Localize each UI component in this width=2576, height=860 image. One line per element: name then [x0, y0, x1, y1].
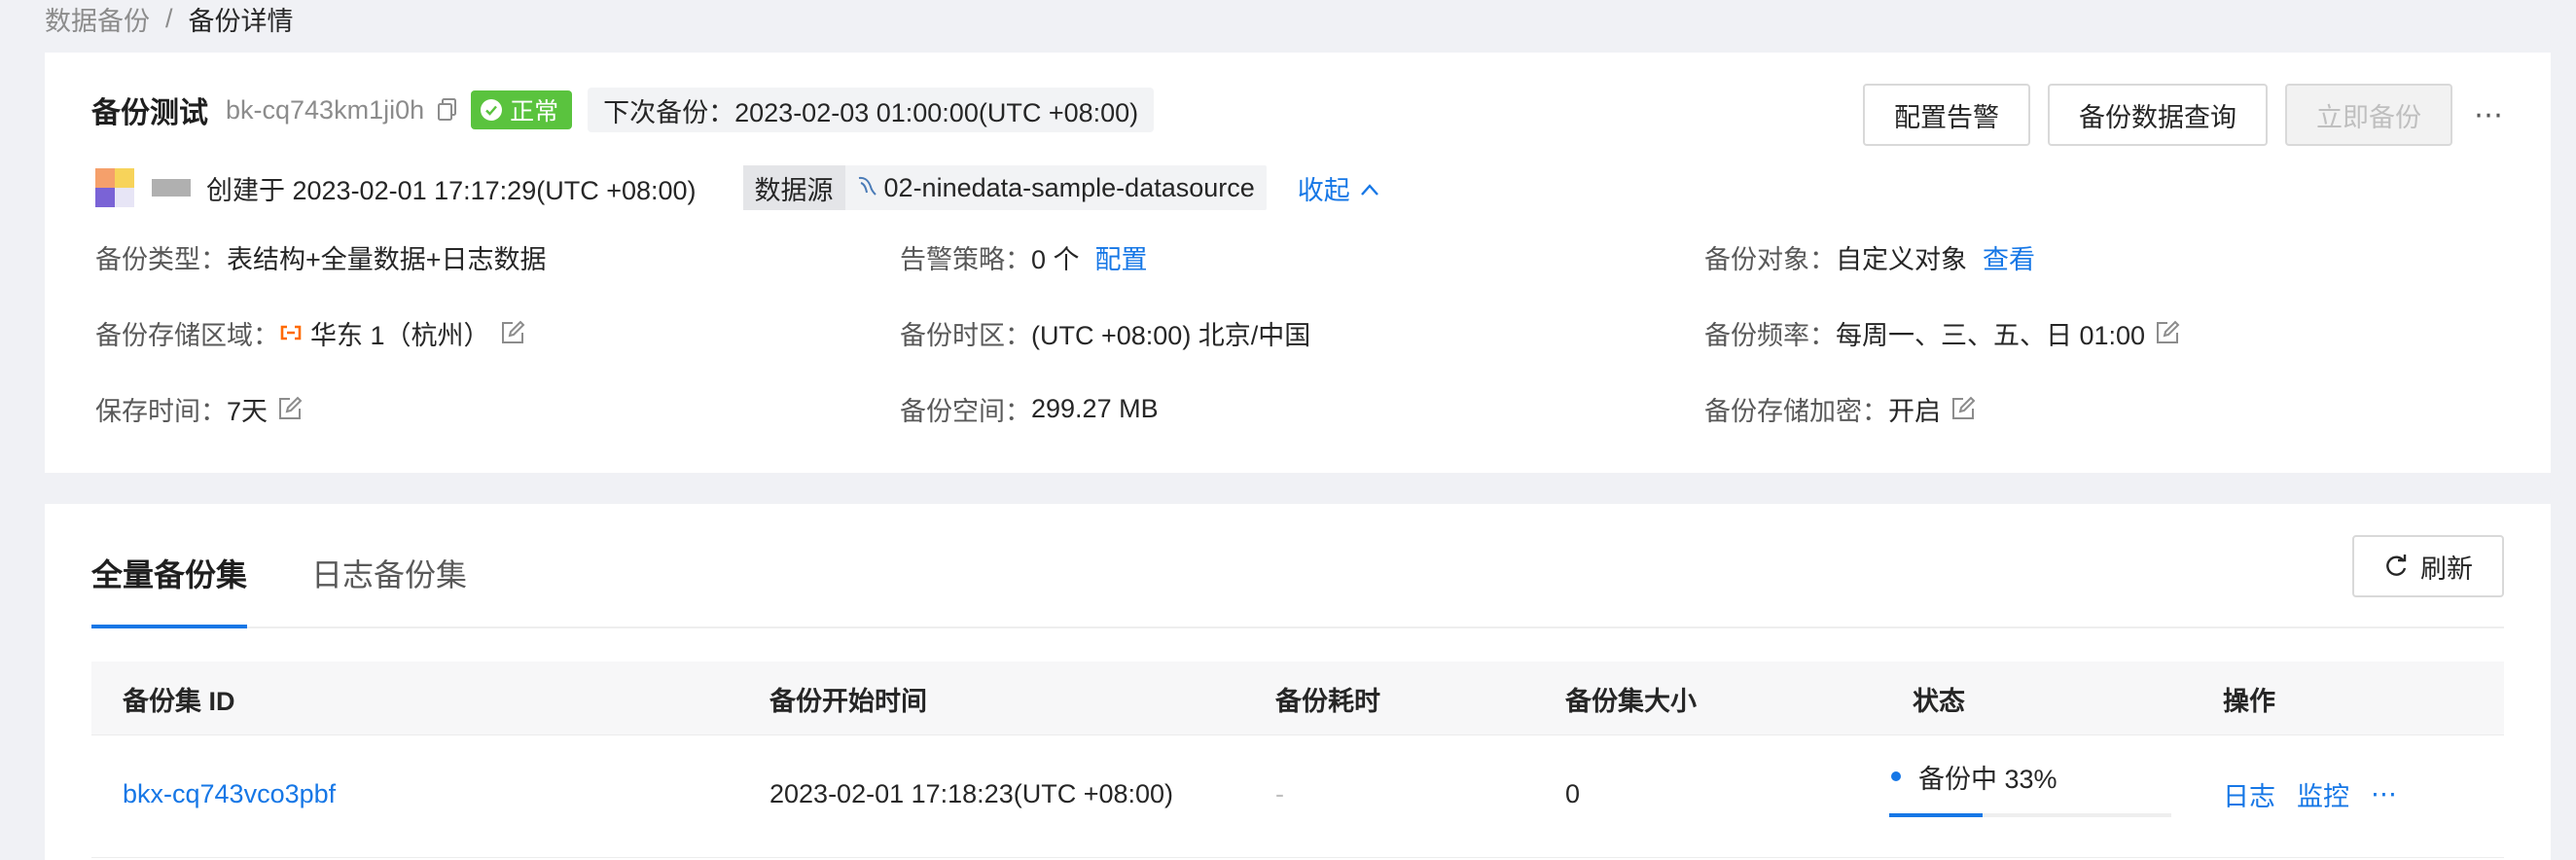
task-header: 备份测试 bk-cq743km1ji0h 正常 下次备份：2023-02-03 …: [91, 88, 1155, 132]
breadcrumb-separator: /: [165, 3, 173, 33]
task-id: bk-cq743km1ji0h: [226, 94, 425, 125]
backup-sets-table: 备份集 ID 备份开始时间 备份耗时 备份集大小 状态 操作 bkx-cq743…: [91, 662, 2504, 858]
copy-icon[interactable]: [438, 98, 457, 122]
progress-bar: [1889, 813, 2171, 817]
refresh-label: 刷新: [2420, 554, 2473, 584]
config-alert-button[interactable]: 配置告警: [1863, 84, 2030, 146]
alert-policy-config-link[interactable]: 配置: [1095, 238, 1148, 276]
timezone-label: 备份时区：: [900, 320, 1031, 350]
edit-icon[interactable]: [2155, 320, 2180, 345]
backup-frequency: 备份频率： 每周一、三、五、日 01:00: [1704, 313, 2180, 352]
alert-policy: 告警策略： 0 个 配置: [900, 237, 1148, 276]
backup-type: 备份类型： 表结构+全量数据+日志数据: [95, 237, 547, 276]
backup-object: 备份对象： 自定义对象 查看: [1704, 237, 2035, 276]
status-dot: [1891, 771, 1901, 781]
column-header-status: 状态: [1913, 686, 1965, 716]
backup-object-view-link[interactable]: 查看: [1983, 238, 2035, 276]
task-meta: 创建于 2023-02-01 17:17:29(UTC +08:00) 数据源 …: [95, 165, 1379, 210]
backup-object-value: 自定义对象: [1836, 244, 1967, 274]
row-operations: 日志 监控 ⋯: [2223, 735, 2418, 852]
backup-status: 备份中 33%: [1889, 757, 2171, 817]
backup-set-tabs: 全量备份集 日志备份集: [91, 504, 2504, 628]
creator-name-redacted: [152, 179, 191, 197]
space-value: 299.27 MB: [1031, 393, 1159, 423]
collapse-toggle[interactable]: 收起: [1298, 169, 1379, 207]
datasource-tag: 数据源 02-ninedata-sample-datasource: [742, 165, 1267, 210]
check-circle-icon: [481, 99, 503, 121]
backup-duration: -: [1275, 778, 1284, 808]
alert-policy-label: 告警策略：: [900, 244, 1031, 274]
space-label: 备份空间：: [900, 396, 1031, 426]
refresh-icon: [2383, 554, 2409, 579]
backup-start-time: 2023-02-01 17:18:23(UTC +08:00): [769, 778, 1174, 808]
backup-set-size: 0: [1565, 778, 1581, 808]
encryption-value: 开启: [1888, 396, 1941, 426]
datasource-label: 数据源: [742, 165, 845, 210]
retention-value: 7天: [227, 396, 268, 426]
edit-icon[interactable]: [1950, 396, 1976, 421]
frequency-label: 备份频率：: [1704, 320, 1836, 350]
encryption-label: 备份存储加密：: [1704, 396, 1888, 426]
column-header-id: 备份集 ID: [123, 686, 235, 716]
storage-region-label: 备份存储区域：: [95, 320, 279, 350]
frequency-value: 每周一、三、五、日 01:00: [1836, 320, 2146, 350]
query-backup-data-button[interactable]: 备份数据查询: [2048, 84, 2268, 146]
backup-now-button[interactable]: 立即备份: [2285, 84, 2452, 146]
task-name: 备份测试: [91, 97, 208, 129]
column-header-start-time: 备份开始时间: [769, 686, 927, 716]
breadcrumb: 数据备份 / 备份详情: [45, 0, 294, 37]
status-label: 正常: [510, 98, 559, 125]
backup-type-value: 表结构+全量数据+日志数据: [227, 244, 547, 274]
datasource-value-wrap: 02-ninedata-sample-datasource: [845, 173, 1267, 203]
retention-label: 保存时间：: [95, 396, 227, 426]
breadcrumb-current: 备份详情: [188, 6, 294, 36]
column-header-size: 备份集大小: [1565, 686, 1697, 716]
monitor-link[interactable]: 监控: [2297, 775, 2349, 813]
backup-sets-card: 全量备份集 日志备份集 刷新 备份集 ID 备份开始时间 备份耗时 备份集大小 …: [45, 504, 2551, 860]
progress-bar-fill: [1889, 813, 1983, 817]
refresh-button[interactable]: 刷新: [2352, 535, 2504, 597]
backup-object-label: 备份对象：: [1704, 244, 1836, 274]
next-backup-time: 下次备份：2023-02-03 01:00:00(UTC +08:00): [588, 88, 1155, 132]
tab-log-backup-sets[interactable]: 日志备份集: [311, 551, 467, 595]
timezone-value: (UTC +08:00) 北京/中国: [1031, 320, 1311, 350]
created-time: 创建于 2023-02-01 17:17:29(UTC +08:00): [206, 175, 697, 205]
datasource-value[interactable]: 02-ninedata-sample-datasource: [884, 173, 1255, 203]
chevron-up-icon: [1360, 173, 1379, 203]
alert-policy-value: 0 个: [1031, 244, 1080, 274]
breadcrumb-parent[interactable]: 数据备份: [45, 0, 150, 38]
status-badge: 正常: [471, 90, 573, 129]
top-actions: 配置告警 备份数据查询 立即备份 ⋯: [1845, 84, 2504, 146]
backup-timezone: 备份时区： (UTC +08:00) 北京/中国: [900, 313, 1310, 352]
backup-type-label: 备份类型：: [95, 244, 227, 274]
backup-space: 备份空间： 299.27 MB: [900, 389, 1159, 428]
more-icon[interactable]: ⋯: [2371, 779, 2397, 809]
retention-time: 保存时间： 7天: [95, 389, 303, 428]
active-tab-indicator: [91, 625, 247, 628]
collapse-label: 收起: [1297, 175, 1350, 205]
aliyun-icon: [279, 325, 303, 340]
edit-icon[interactable]: [277, 396, 303, 421]
status-line: 备份中 33%: [1889, 757, 2171, 796]
backup-summary-card: 备份测试 bk-cq743km1ji0h 正常 下次备份：2023-02-03 …: [45, 53, 2551, 473]
storage-region: 备份存储区域： 华东 1（杭州）: [95, 313, 525, 352]
status-text: 备份中 33%: [1918, 764, 2057, 794]
backup-set-id-link[interactable]: bkx-cq743vco3pbf: [123, 735, 336, 852]
column-header-duration: 备份耗时: [1275, 686, 1380, 716]
avatar: [95, 168, 134, 207]
mysql-dolphin-icon: [857, 173, 877, 203]
storage-encryption: 备份存储加密： 开启: [1704, 389, 1976, 428]
storage-region-value: 华东 1（杭州）: [310, 320, 490, 350]
more-icon[interactable]: ⋯: [2474, 98, 2504, 132]
column-header-operations: 操作: [2223, 686, 2275, 716]
table-header: 备份集 ID 备份开始时间 备份耗时 备份集大小 状态 操作: [91, 662, 2504, 735]
log-link[interactable]: 日志: [2223, 775, 2275, 813]
edit-icon[interactable]: [500, 320, 525, 345]
table-row: bkx-cq743vco3pbf 2023-02-01 17:18:23(UTC…: [91, 735, 2504, 858]
tab-full-backup-sets[interactable]: 全量备份集: [91, 551, 247, 595]
